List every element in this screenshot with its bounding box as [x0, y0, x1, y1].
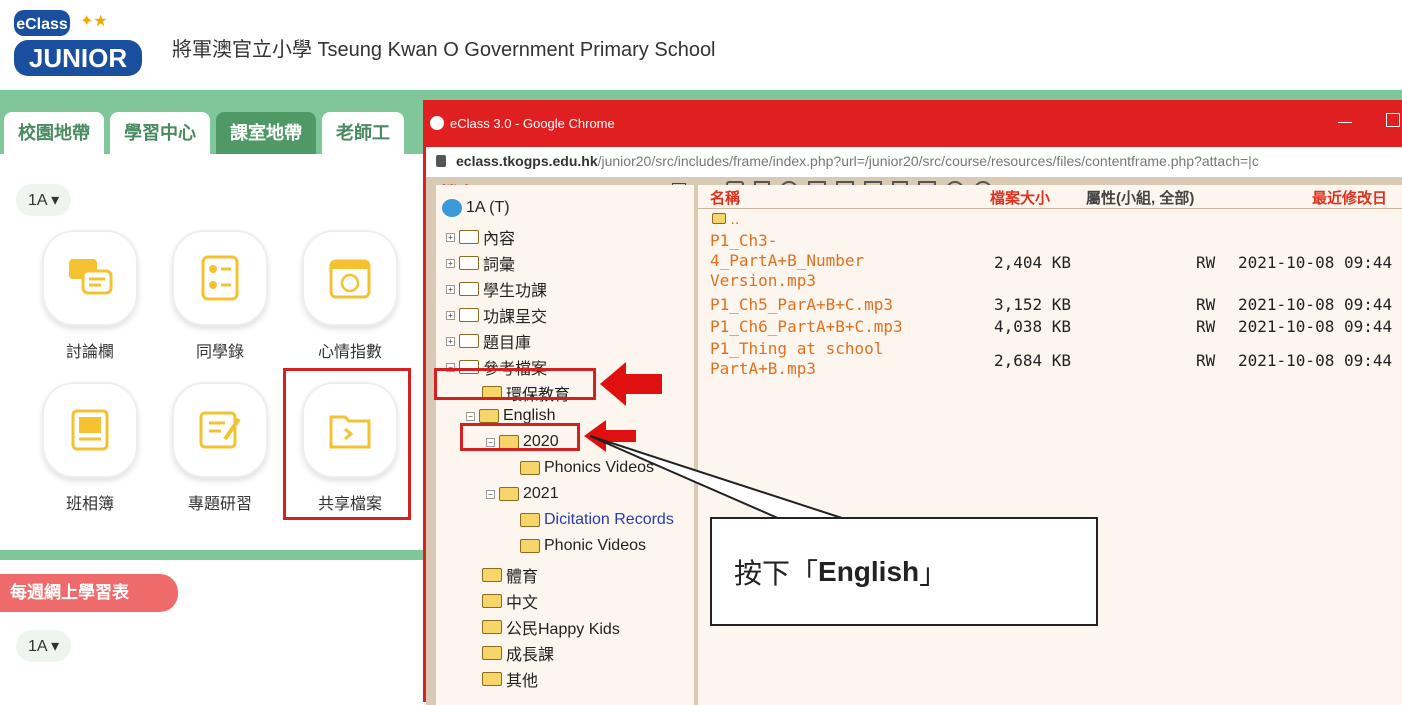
annotation-arrows [584, 362, 846, 520]
red-arrow-reference [600, 362, 662, 406]
callout-pointer [589, 435, 846, 520]
instruction-callout: 按下「 English」 [710, 517, 1098, 626]
